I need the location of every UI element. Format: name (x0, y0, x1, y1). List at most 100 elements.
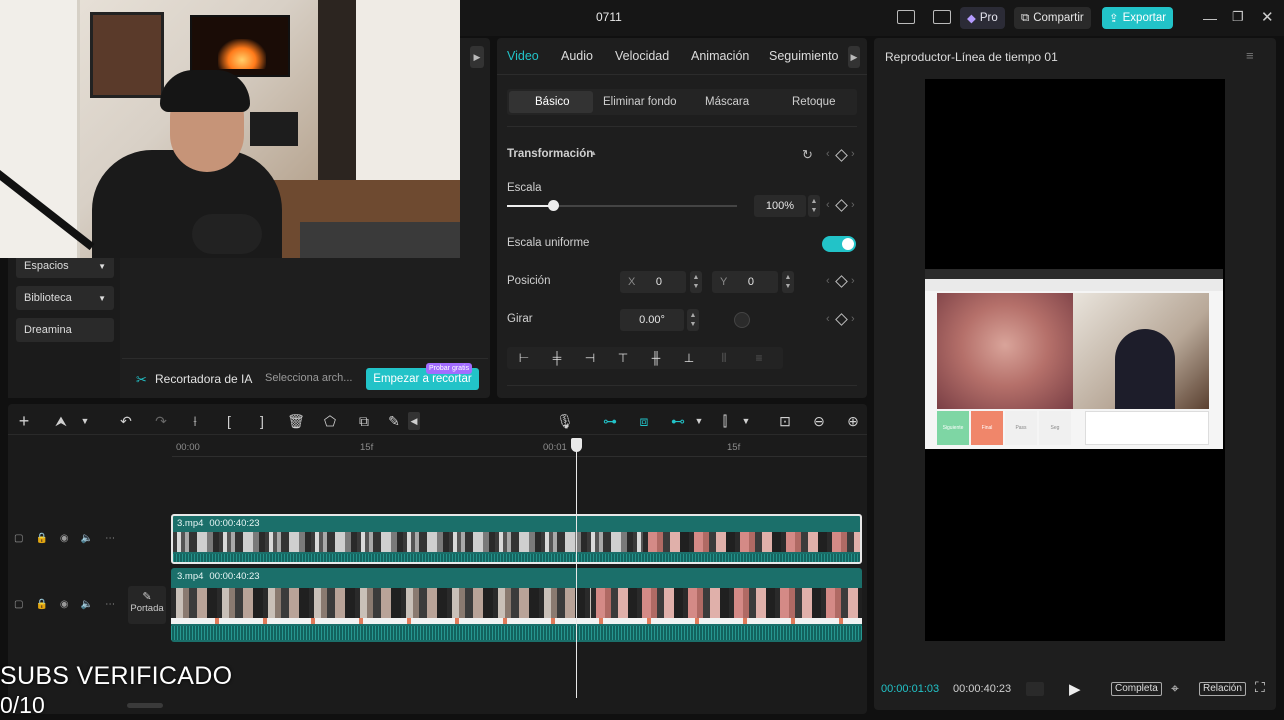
playhead-handle[interactable] (571, 438, 582, 452)
layout-icon[interactable] (897, 10, 915, 24)
marker-icon[interactable]: ⬠ (321, 412, 339, 430)
preview-axis-icon[interactable]: ⫿ (716, 412, 734, 430)
eye-icon[interactable]: ◉ (60, 533, 69, 544)
tab-seguimiento[interactable]: Seguimiento (769, 49, 839, 63)
tab-velocidad[interactable]: Velocidad (615, 49, 669, 63)
track2-controls: ▢ 🔒 ◉ 🔈 ⋯ (14, 599, 115, 610)
close-icon[interactable]: ✕ (1261, 8, 1274, 26)
trim-left-icon[interactable]: [ (220, 412, 238, 430)
align-center-v-icon[interactable]: ╫ (639, 351, 673, 365)
next-keyframe-icon[interactable]: › (851, 313, 855, 325)
align-center-h-icon[interactable]: ╪ (541, 351, 573, 365)
rotate-dial[interactable] (734, 312, 750, 328)
tab-video[interactable]: Video (507, 49, 539, 63)
rotate-value-field[interactable]: 0.00° (620, 309, 684, 331)
ratio-button[interactable]: Relación (1199, 682, 1246, 696)
align-bottom-icon[interactable]: ⊥ (673, 351, 705, 365)
link-clips-icon[interactable]: ⊷ (669, 412, 687, 430)
uniform-scale-toggle[interactable] (822, 236, 856, 252)
cover-button[interactable]: ✎ Portada (128, 586, 166, 624)
scale-slider-knob[interactable] (548, 200, 559, 211)
chevron-down-icon[interactable]: ▼ (690, 412, 708, 430)
subtab-mascara[interactable]: Máscara (705, 96, 749, 108)
brush-icon[interactable]: ✎ (385, 412, 403, 430)
track-video-icon[interactable]: ▢ (14, 599, 23, 610)
align-right-icon[interactable]: ⊣ (573, 351, 607, 365)
prev-keyframe-icon[interactable]: ‹ (826, 148, 830, 160)
split-icon[interactable]: ⟊ (186, 412, 204, 430)
minimize-icon[interactable]: — (1203, 10, 1217, 26)
speaker-icon[interactable]: 🔈 (81, 533, 93, 544)
playhead-line[interactable] (576, 446, 577, 698)
pro-button[interactable]: ◆ Pro (960, 7, 1005, 29)
toolbar-collapse-icon[interactable]: ◀ (408, 412, 420, 430)
collapse-icon[interactable]: ▲ (590, 150, 597, 157)
tab-animacion[interactable]: Animación (691, 49, 749, 63)
add-icon[interactable]: + (15, 411, 33, 431)
video-clip-1[interactable]: 3.mp4 00:00:40:23 (171, 514, 862, 564)
trim-right-icon[interactable]: ] (253, 412, 271, 430)
lock-icon[interactable]: 🔒 (35, 533, 47, 544)
subtab-eliminar-fondo[interactable]: Eliminar fondo (603, 96, 677, 108)
scale-value-field[interactable]: 100% (754, 195, 806, 217)
position-y-stepper[interactable]: ▲ ▼ (782, 271, 794, 293)
tab-audio[interactable]: Audio (561, 49, 593, 63)
more-icon[interactable]: ⋯ (105, 599, 115, 610)
magnet-icon[interactable]: ⧈ (635, 412, 653, 430)
align-top-icon[interactable]: ⊤ (607, 351, 639, 365)
ai-cutter-select[interactable]: Selecciona arch... (265, 372, 352, 384)
maximize-icon[interactable]: ❐ (1232, 9, 1244, 25)
undo-icon[interactable]: ↶ (117, 412, 135, 430)
more-icon[interactable]: ⋯ (105, 533, 115, 544)
timeline-scrollbar[interactable] (127, 703, 163, 708)
overlay-line-2: 0/10 (0, 692, 45, 718)
reset-icon[interactable]: ↻ (802, 147, 813, 163)
overlay-line-1: SUBS VERIFICADO (0, 662, 233, 690)
sidebar-item-dreamina[interactable]: Dreamina (16, 318, 114, 342)
subtab-retoque[interactable]: Retoque (792, 96, 835, 108)
crop-icon[interactable]: ⧉ (355, 412, 373, 430)
screenshot-icon[interactable]: ⌖ (1171, 680, 1179, 697)
export-button[interactable]: ⇪ Exportar (1102, 7, 1174, 29)
zoom-out-icon[interactable]: ⊖ (810, 412, 828, 430)
zoom-in-icon[interactable]: ⊕ (844, 412, 862, 430)
prev-keyframe-icon[interactable]: ‹ (826, 313, 830, 325)
scale-stepper[interactable]: ▲ ▼ (808, 195, 820, 217)
chevron-down-icon[interactable]: ▼ (76, 412, 94, 430)
next-keyframe-icon[interactable]: › (851, 148, 855, 160)
eye-icon[interactable]: ◉ (60, 599, 69, 610)
speaker-icon[interactable]: 🔈 (81, 599, 93, 610)
subtab-basico[interactable]: Básico (535, 96, 570, 108)
lock-icon[interactable]: 🔒 (35, 599, 47, 610)
distribute-h-icon[interactable]: ⦀ (705, 351, 743, 366)
fit-timeline-icon[interactable]: ⊡ (776, 412, 794, 430)
distribute-v-icon[interactable]: ≡ (743, 351, 775, 365)
position-x-stepper[interactable]: ▲ ▼ (690, 271, 702, 293)
prev-keyframe-icon[interactable]: ‹ (826, 199, 830, 211)
next-keyframe-icon[interactable]: › (851, 199, 855, 211)
share-button[interactable]: ⧉ Compartir (1014, 7, 1091, 29)
position-y-field[interactable]: Y0 (712, 271, 778, 293)
rotate-stepper[interactable]: ▲ ▼ (687, 309, 699, 331)
panel-collapse-button[interactable]: ▶ (470, 46, 484, 68)
align-left-icon[interactable]: ⊢ (507, 351, 541, 365)
chevron-down-icon[interactable]: ▼ (737, 412, 755, 430)
video-clip-2[interactable]: 3.mp4 00:00:40:23 (171, 568, 862, 642)
play-icon[interactable]: ▶ (1069, 680, 1081, 698)
timeline-grid-icon[interactable] (1026, 682, 1044, 696)
position-x-field[interactable]: X0 (620, 271, 686, 293)
sidebar-item-biblioteca[interactable]: Biblioteca ▼ (16, 286, 114, 310)
track-video-icon[interactable]: ▢ (14, 533, 23, 544)
fullscreen-icon[interactable]: ⛶ (1255, 679, 1265, 696)
link-main-track-icon[interactable]: ⊶ (601, 412, 619, 430)
redo-icon[interactable]: ↷ (152, 412, 170, 430)
tabs-next-button[interactable]: ▶ (848, 46, 860, 68)
keyboard-icon[interactable] (933, 10, 951, 24)
complete-button[interactable]: Completa (1111, 682, 1162, 696)
prev-keyframe-icon[interactable]: ‹ (826, 275, 830, 287)
select-tool-icon[interactable]: ⮝ (52, 412, 70, 430)
microphone-icon[interactable]: 🎙 (556, 412, 574, 430)
next-keyframe-icon[interactable]: › (851, 275, 855, 287)
player-menu-icon[interactable]: ≡ (1246, 48, 1254, 63)
delete-icon[interactable]: 🗑 (287, 412, 305, 430)
